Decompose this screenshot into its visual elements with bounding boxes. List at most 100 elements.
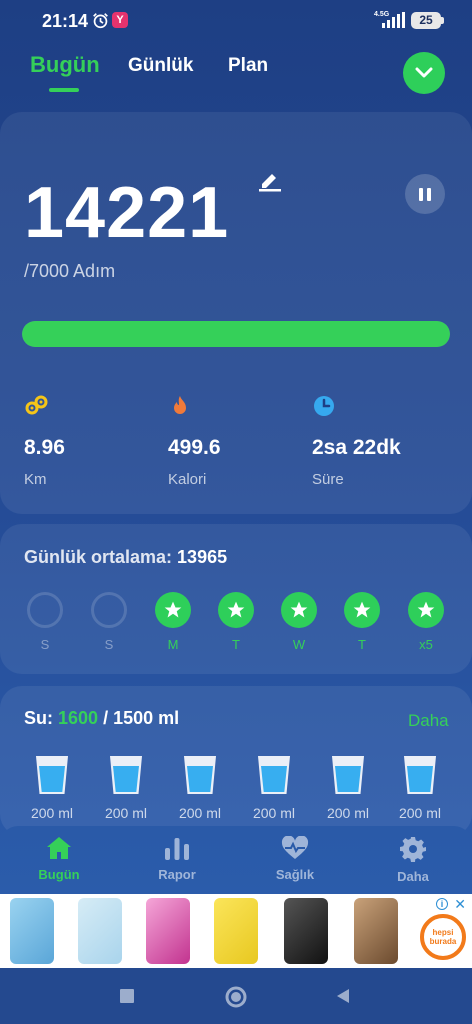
day-item: W xyxy=(274,592,324,652)
alarm-icon xyxy=(93,13,108,29)
daily-average-card[interactable]: Günlük ortalama: 13965 S S M T W T x5 xyxy=(0,524,472,674)
nav-today-label: Bugün xyxy=(38,867,80,882)
nav-more[interactable]: Daha xyxy=(373,836,453,884)
water-glass-icon xyxy=(332,756,364,794)
status-bar: 21:14 Y 4.5G 25 xyxy=(0,0,472,42)
stat-calories: 499.6 Kalori xyxy=(168,394,308,488)
tab-today[interactable]: Bugün xyxy=(30,52,100,78)
pause-icon xyxy=(419,187,423,201)
edit-icon[interactable] xyxy=(258,168,282,192)
tab-plan[interactable]: Plan xyxy=(228,55,268,77)
steps-count: 14221 xyxy=(24,173,230,253)
ad-banner[interactable]: i ✕ hepsi burada xyxy=(0,894,472,968)
day-label: S xyxy=(104,637,114,652)
ad-phone-image xyxy=(354,898,398,964)
day-label: W xyxy=(292,637,306,652)
pause-button[interactable] xyxy=(405,174,445,214)
duration-label: Süre xyxy=(312,471,344,488)
water-cup-label: 200 ml xyxy=(30,805,74,821)
water-more-link[interactable]: Daha xyxy=(408,711,449,731)
calories-value: 499.6 xyxy=(168,436,221,459)
clock-icon xyxy=(314,396,334,416)
nav-report-label: Rapor xyxy=(158,867,196,882)
day-item: T xyxy=(337,592,387,652)
gear-icon xyxy=(400,837,426,862)
day-item: S xyxy=(84,592,134,652)
back-icon[interactable] xyxy=(335,988,351,1004)
ad-phone-image xyxy=(146,898,190,964)
water-cup[interactable]: 200 ml xyxy=(96,754,156,821)
steps-goal: /7000 Adım xyxy=(24,261,116,281)
nav-more-label: Daha xyxy=(397,869,429,884)
ad-close-icon[interactable]: ✕ xyxy=(454,896,466,913)
water-cup[interactable]: 200 ml xyxy=(170,754,230,821)
nav-today[interactable]: Bugün xyxy=(19,836,99,882)
water-glass-icon xyxy=(404,756,436,794)
day-label: T xyxy=(358,637,366,652)
tab-active-indicator xyxy=(49,88,79,92)
water-cup[interactable]: 200 ml xyxy=(244,754,304,821)
duration-value: 2sa 22dk xyxy=(312,436,401,459)
ad-phone-image xyxy=(78,898,122,964)
water-glass-icon xyxy=(36,756,68,794)
water-cup-label: 200 ml xyxy=(104,805,148,821)
day-status-circle xyxy=(281,592,317,628)
battery-icon: 25 xyxy=(411,12,444,29)
ad-phone-image xyxy=(10,898,54,964)
stat-distance: 8.96 Km xyxy=(24,394,164,488)
nav-report[interactable]: Rapor xyxy=(137,836,217,882)
status-notification-icons: Y xyxy=(92,12,128,29)
day-status-circle xyxy=(408,592,444,628)
day-item: M xyxy=(148,592,198,652)
shop-logo-line2: burada xyxy=(429,937,457,946)
ad-phone-image xyxy=(214,898,258,964)
ad-info-icon[interactable]: i xyxy=(436,898,448,910)
day-label: x5 xyxy=(419,637,433,652)
water-glass-icon xyxy=(110,756,142,794)
home-button-icon[interactable] xyxy=(225,986,247,1008)
water-cup-label: 200 ml xyxy=(178,805,222,821)
water-glass-icon xyxy=(258,756,290,794)
nav-health[interactable]: Sağlık xyxy=(255,836,335,882)
water-glass-icon xyxy=(184,756,216,794)
star-icon xyxy=(290,601,308,618)
heart-pulse-icon xyxy=(281,836,309,859)
stat-duration: 2sa 22dk Süre xyxy=(312,394,452,488)
star-icon xyxy=(164,601,182,618)
day-item: S xyxy=(20,592,70,652)
tab-daily[interactable]: Günlük xyxy=(128,55,193,77)
daily-average-label: Günlük ortalama: xyxy=(24,547,173,567)
water-cup[interactable]: 200 ml xyxy=(318,754,378,821)
daily-average-value: 13965 xyxy=(177,547,228,567)
app-notification-icon: Y xyxy=(112,12,128,28)
distance-value: 8.96 xyxy=(24,436,65,459)
steps-card: 14221 /7000 Adım 8.96 Km 499.6 Kalori 2s xyxy=(0,112,472,514)
bar-chart-icon xyxy=(165,838,189,860)
distance-label: Km xyxy=(24,471,47,488)
water-cup[interactable]: 200 ml xyxy=(22,754,82,821)
day-item: x5 xyxy=(401,592,451,652)
day-status-circle xyxy=(344,592,380,628)
shop-logo: hepsi burada xyxy=(420,914,466,960)
dropdown-button[interactable] xyxy=(403,52,445,94)
day-status-circle xyxy=(27,592,63,628)
day-item: T xyxy=(211,592,261,652)
water-cup-label: 200 ml xyxy=(252,805,296,821)
star-icon xyxy=(353,601,371,618)
water-title: Su: 1600 / 1500 ml xyxy=(24,708,179,729)
day-status-circle xyxy=(218,592,254,628)
water-card: Su: 1600 / 1500 ml Daha 200 ml 200 ml 20… xyxy=(0,686,472,836)
system-navigation-bar xyxy=(0,968,472,1024)
day-label: T xyxy=(232,637,240,652)
status-time: 21:14 xyxy=(42,11,89,31)
water-cup[interactable]: 200 ml xyxy=(390,754,450,821)
ad-phone-image xyxy=(284,898,328,964)
water-current: 1600 xyxy=(58,708,99,728)
water-goal: / 1500 ml xyxy=(103,708,180,728)
daily-average-title: Günlük ortalama: 13965 xyxy=(24,547,227,568)
bottom-navigation: Bugün Rapor Sağlık Daha xyxy=(0,826,472,894)
recent-apps-icon[interactable] xyxy=(120,989,134,1003)
water-cup-label: 200 ml xyxy=(326,805,370,821)
flame-icon xyxy=(174,396,186,414)
home-icon xyxy=(47,837,71,859)
